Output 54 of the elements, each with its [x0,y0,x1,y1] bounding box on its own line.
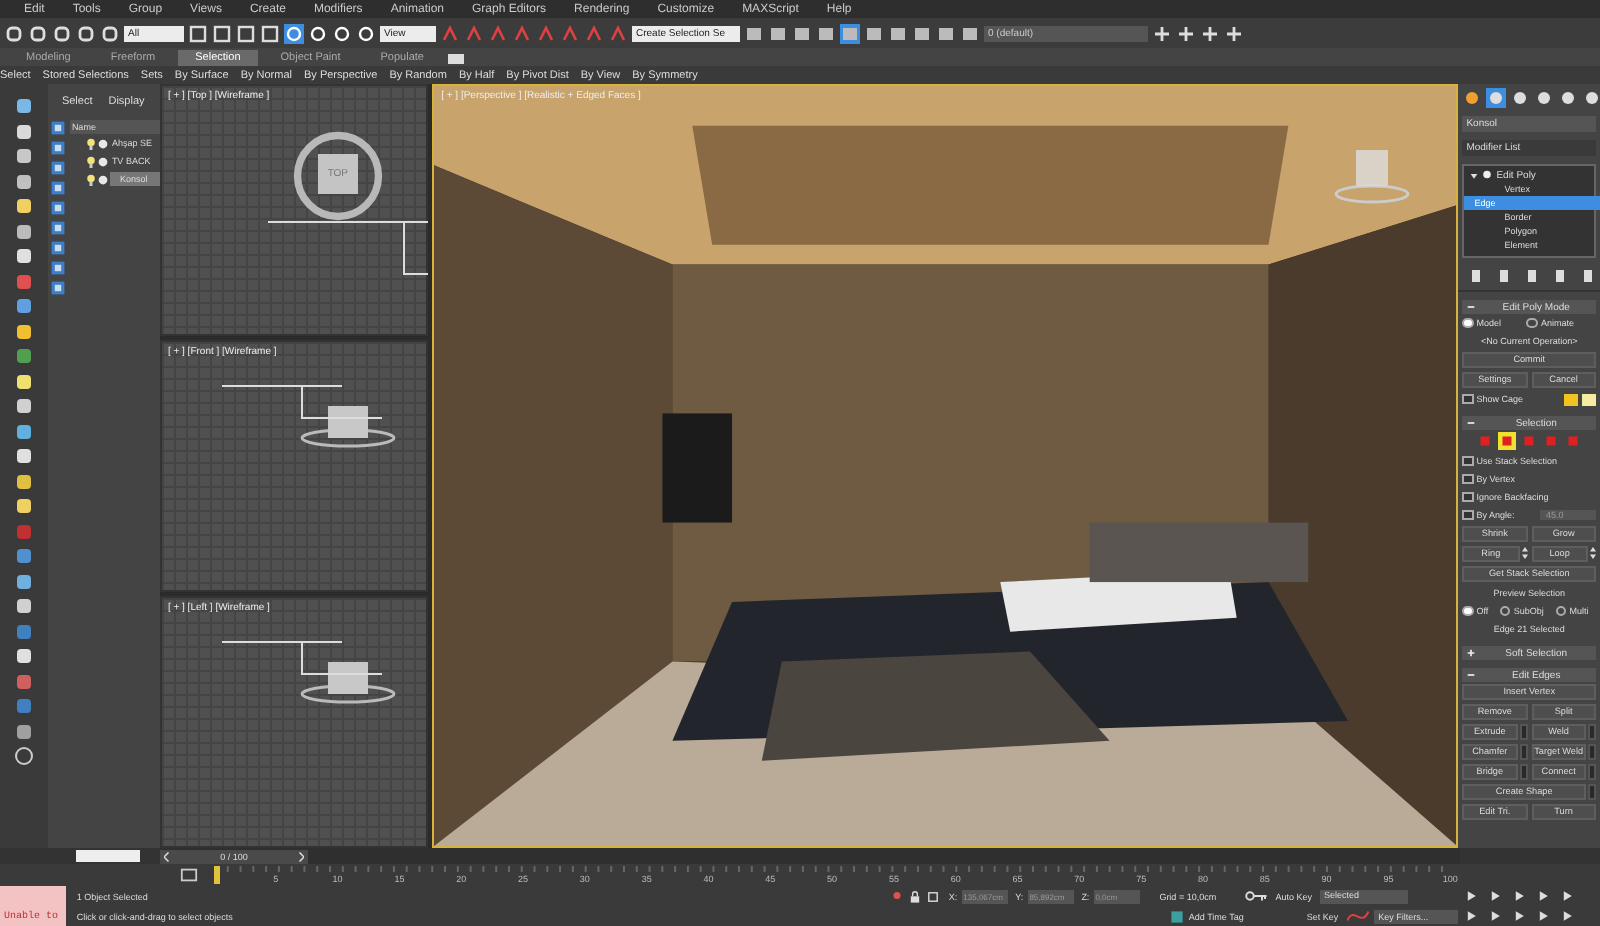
tool-icon[interactable] [13,121,34,141]
time-marker[interactable] [214,866,220,884]
plus-icon[interactable] [1466,648,1477,658]
viewcube-ring-icon[interactable] [291,130,384,222]
next-frame-icon[interactable] [297,851,304,861]
tool-icon[interactable] [13,471,34,491]
radio-button[interactable] [1462,317,1474,329]
color-swatch[interactable] [1564,393,1579,405]
key-icon[interactable] [1243,890,1268,902]
tool-icon[interactable] [13,571,34,591]
mini-listener-field[interactable] [76,850,140,862]
tool-icon[interactable] [13,371,34,391]
tool-icon[interactable] [13,496,34,516]
checkbox[interactable] [1462,509,1474,521]
tool-icon[interactable] [13,346,34,366]
tool-icon[interactable] [13,246,34,266]
lock-icon[interactable] [908,889,923,903]
checkbox[interactable] [1462,455,1474,467]
tool-icon[interactable] [13,196,34,216]
color-swatch[interactable] [1582,393,1597,405]
tool-icon[interactable] [13,146,34,166]
sub-object-icon[interactable] [1498,432,1517,450]
tool-icon[interactable] [13,321,34,341]
minus-icon[interactable] [1466,418,1477,428]
tool-icon[interactable] [13,96,34,116]
radio-button[interactable] [1499,605,1511,617]
help-icon[interactable] [13,746,34,766]
tool-icon[interactable] [13,596,34,616]
radio-button[interactable] [1555,605,1567,617]
radio-button[interactable] [1526,317,1538,329]
light-bulb-icon[interactable] [85,137,96,149]
light-bulb-icon[interactable] [85,173,96,185]
tool-icon[interactable] [13,396,34,416]
tool-icon[interactable] [13,446,34,466]
radio-button[interactable] [1462,605,1474,617]
plus-icon[interactable] [1176,23,1196,43]
tool-icon[interactable] [13,296,34,316]
minus-icon[interactable] [1466,670,1477,680]
light-bulb-icon[interactable] [1482,169,1493,181]
tool-icon[interactable] [13,171,34,191]
curve-icon[interactable] [1346,910,1371,922]
viewcube-icon[interactable] [297,402,398,450]
checkbox[interactable] [1462,491,1474,503]
tool-icon[interactable] [13,721,34,741]
minus-icon[interactable] [1466,302,1477,312]
tool-icon[interactable] [13,646,34,666]
collapse-icon[interactable] [1470,171,1479,179]
checkbox[interactable] [1462,393,1474,405]
checkbox[interactable] [1462,473,1474,485]
viewcube-icon[interactable] [297,658,398,706]
tool-icon[interactable] [13,221,34,241]
previous-frame-icon[interactable] [164,851,170,861]
light-bulb-icon[interactable] [85,155,96,167]
tool-icon[interactable] [13,421,34,441]
